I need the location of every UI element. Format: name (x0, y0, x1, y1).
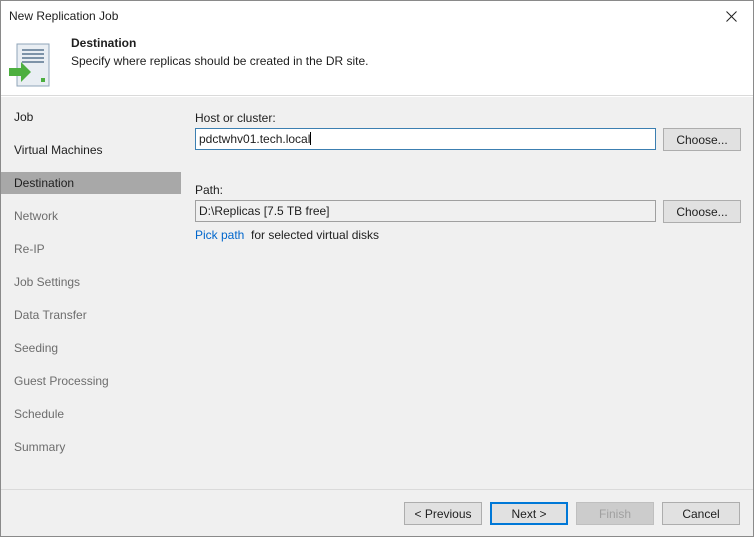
sidebar-item-network: Network (14, 209, 59, 223)
text-caret (310, 132, 312, 145)
close-icon (725, 10, 737, 22)
sidebar-item-job[interactable]: Job (1, 106, 181, 128)
path-label: Path: (195, 183, 224, 197)
close-button[interactable] (709, 1, 753, 31)
pick-path-link[interactable]: Pick path (195, 228, 244, 242)
wizard-steps-sidebar: Job Virtual Machines Destination Network… (1, 97, 182, 489)
wizard-footer: < Previous Next > Finish Cancel (1, 489, 753, 536)
page-title: Destination (71, 36, 137, 50)
path-value: D:\Replicas [7.5 TB free] (199, 204, 330, 218)
page-subtitle: Specify where replicas should be created… (71, 54, 369, 68)
sidebar-item-guest-processing: Guest Processing (14, 374, 109, 388)
sidebar-item-virtual-machines[interactable]: Virtual Machines (1, 139, 181, 161)
sidebar-item-job-settings: Job Settings (14, 275, 81, 289)
host-value: pdctwhv01.tech.local (199, 132, 311, 146)
sidebar-item-schedule: Schedule (14, 407, 65, 421)
previous-button[interactable]: < Previous (404, 502, 482, 525)
sidebar-item-destination[interactable]: Destination (1, 172, 181, 194)
title-bar: New Replication Job (1, 1, 753, 31)
new-replication-job-dialog: New Replication Job Destination Specify … (0, 0, 754, 537)
destination-panel: Host or cluster: pdctwhv01.tech.local Ch… (182, 97, 753, 489)
wizard-header: Destination Specify where replicas shoul… (1, 31, 753, 96)
path-input[interactable]: D:\Replicas [7.5 TB free] (195, 200, 656, 222)
cancel-button[interactable]: Cancel (662, 502, 740, 525)
host-label: Host or cluster: (195, 111, 276, 125)
sidebar-item-summary: Summary (14, 440, 66, 454)
next-button[interactable]: Next > (490, 502, 568, 525)
finish-button: Finish (576, 502, 654, 525)
sidebar-item-re-ip: Re-IP (14, 242, 45, 256)
sidebar-item-data-transfer: Data Transfer (14, 308, 87, 322)
sidebar-item-seeding: Seeding (14, 341, 59, 355)
window-title: New Replication Job (9, 9, 119, 23)
pick-path-suffix: for selected virtual disks (251, 228, 380, 242)
host-input[interactable]: pdctwhv01.tech.local (195, 128, 656, 150)
host-choose-button[interactable]: Choose... (663, 128, 741, 151)
path-choose-button[interactable]: Choose... (663, 200, 741, 223)
destination-icon (9, 43, 50, 87)
